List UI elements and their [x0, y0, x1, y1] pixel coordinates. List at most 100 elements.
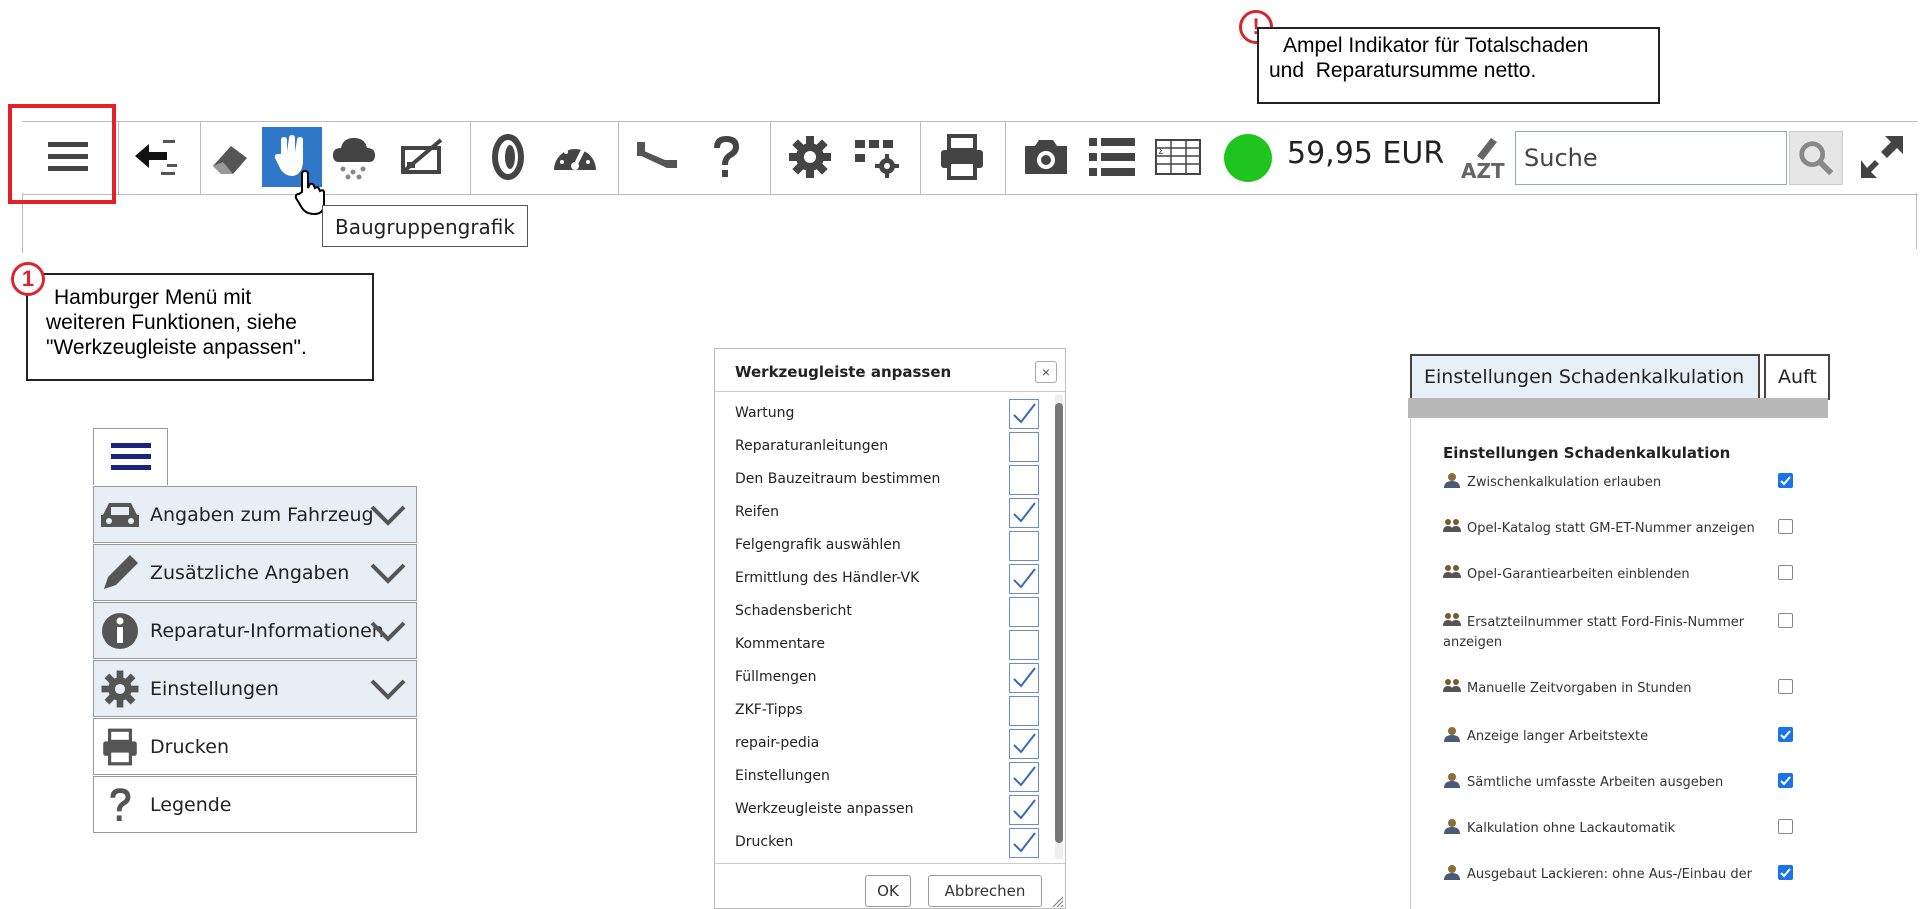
- dialog-option-checkbox[interactable]: [1009, 795, 1039, 825]
- tire-button[interactable]: [478, 127, 538, 187]
- dialog-option-checkbox[interactable]: [1009, 465, 1039, 495]
- settings-button[interactable]: [780, 127, 840, 187]
- dialog-option-checkbox[interactable]: [1009, 762, 1039, 792]
- dialog-option-label: Reifen: [735, 504, 780, 520]
- menu-item-drucken[interactable]: Drucken: [93, 718, 417, 775]
- dialog-option-checkbox[interactable]: [1009, 696, 1039, 726]
- search-input[interactable]: [1516, 132, 1786, 184]
- toolbar-separator: [1005, 121, 1006, 194]
- menu-item-angaben-zum-fahrzeug[interactable]: Angaben zum Fahrzeug: [93, 486, 417, 543]
- dialog-option-row: Füllmengen: [735, 663, 1035, 696]
- dialog-option-checkbox[interactable]: [1009, 432, 1039, 462]
- eraser-button[interactable]: [200, 127, 260, 187]
- gear-icon: [96, 665, 144, 713]
- tab-auftrag[interactable]: Auft: [1764, 354, 1830, 400]
- hail-damage-button[interactable]: [324, 127, 384, 187]
- dialog-option-row: Drucken: [735, 828, 1035, 861]
- back-button[interactable]: [126, 127, 186, 187]
- settings-option-label: Anzeige langer Arbeitstexte: [1467, 729, 1649, 744]
- menu-item-label: Zusätzliche Angaben: [150, 561, 350, 584]
- search-box: [1515, 131, 1787, 185]
- dialog-option-row: ZKF-Tipps: [735, 696, 1035, 729]
- paint-button[interactable]: [628, 127, 688, 187]
- hail-cloud-icon: [333, 138, 375, 180]
- dialog-option-checkbox[interactable]: [1009, 663, 1039, 693]
- search-button[interactable]: [1789, 131, 1843, 185]
- settings-option-checkbox[interactable]: [1778, 473, 1793, 488]
- close-icon[interactable]: ×: [1035, 361, 1057, 383]
- toolbar-separator: [470, 121, 471, 194]
- settings-option-row: Anzeige langer Arbeitstexte: [1443, 726, 1773, 747]
- eraser-icon: [213, 146, 247, 174]
- settings-option-label: Ausgebaut Lackieren: ohne Aus-/Einbau de…: [1467, 867, 1752, 882]
- settings-option-checkbox[interactable]: [1778, 865, 1793, 880]
- hamburger-callout-line3: "Werkzeugleiste anpassen".: [46, 336, 307, 359]
- settings-option-checkbox[interactable]: [1778, 679, 1793, 694]
- settings-option-checkbox[interactable]: [1778, 519, 1793, 534]
- dialog-option-checkbox[interactable]: [1009, 729, 1039, 759]
- dialog-option-checkbox[interactable]: [1009, 828, 1039, 858]
- list-button[interactable]: [1082, 127, 1142, 187]
- settings-option-row: Sämtliche umfasste Arbeiten ausgeben: [1443, 772, 1773, 793]
- print-button[interactable]: [932, 127, 992, 187]
- settings-option-row: Manuelle Zeitvorgaben in Stunden: [1443, 678, 1773, 699]
- hamburger-menu-icon: [110, 443, 151, 470]
- menu-item-zusaetzliche-angaben[interactable]: Zusätzliche Angaben: [93, 544, 417, 601]
- dialog-option-checkbox[interactable]: [1009, 498, 1039, 528]
- customize-toolbar-button[interactable]: [848, 127, 908, 187]
- dialog-option-checkbox[interactable]: [1009, 630, 1039, 660]
- user-icon: [1444, 473, 1460, 488]
- menu-toggle-tab[interactable]: [93, 428, 168, 485]
- dialog-option-row: Reifen: [735, 498, 1035, 531]
- settings-option-checkbox[interactable]: [1778, 727, 1793, 742]
- toolbar-separator: [770, 121, 771, 194]
- dialog-scrollbar[interactable]: [1055, 395, 1063, 859]
- menu-item-einstellungen[interactable]: Einstellungen: [93, 660, 417, 717]
- settings-title: Einstellungen Schadenkalkulation: [1443, 444, 1731, 462]
- scrollbar-thumb[interactable]: [1055, 403, 1063, 843]
- checkmark-icon: [1013, 799, 1036, 820]
- dialog-option-label: Drucken: [735, 834, 794, 850]
- settings-option-label: Zwischenkalkulation erlauben: [1467, 475, 1662, 490]
- settings-option-row: Zwischenkalkulation erlauben: [1443, 472, 1773, 493]
- ampel-callout-line2: und Reparatursumme netto.: [1269, 59, 1537, 82]
- dialog-option-label: Wartung: [735, 405, 795, 421]
- settings-option-checkbox[interactable]: [1778, 565, 1793, 580]
- help-button[interactable]: [696, 127, 756, 187]
- settings-header-bar: [1408, 398, 1828, 418]
- cancel-button[interactable]: Abbrechen: [928, 875, 1042, 907]
- chevron-down-icon: [370, 679, 406, 700]
- tab-einstellungen-schadenkalkulation[interactable]: Einstellungen Schadenkalkulation: [1410, 354, 1760, 400]
- dialog-option-row: Wartung: [735, 399, 1035, 432]
- dialog-option-checkbox[interactable]: [1009, 564, 1039, 594]
- speedometer-button[interactable]: [545, 127, 605, 187]
- dialog-option-checkbox[interactable]: [1009, 399, 1039, 429]
- dialog-option-row: Ermittlung des Händler-VK: [735, 564, 1035, 597]
- checkmark-icon: [1780, 476, 1791, 486]
- menu-item-reparatur-informationen[interactable]: Reparatur-Informationen: [93, 602, 417, 659]
- svg-text:AZT: AZT: [1461, 159, 1505, 182]
- calculation-table-button[interactable]: Σ: [1148, 127, 1208, 187]
- dialog-option-label: Kommentare: [735, 636, 825, 652]
- checkmark-icon: [1013, 766, 1036, 787]
- settings-option-checkbox[interactable]: [1778, 773, 1793, 788]
- dialog-option-row: Werkzeugleiste anpassen: [735, 795, 1035, 828]
- dialog-option-checkbox[interactable]: [1009, 597, 1039, 627]
- resize-handle-icon[interactable]: [1051, 895, 1063, 907]
- tire-icon: [492, 134, 524, 180]
- camera-icon: [1025, 140, 1067, 174]
- settings-option-checkbox[interactable]: [1778, 613, 1793, 628]
- damage-report-button[interactable]: [392, 127, 452, 187]
- printer-icon: [941, 134, 983, 180]
- settings-option-row: Ausgebaut Lackieren: ohne Aus-/Einbau de…: [1443, 864, 1773, 885]
- settings-option-label: Opel-Garantiearbeiten einblenden: [1467, 567, 1690, 582]
- hamburger-highlight-frame: [8, 104, 116, 204]
- azt-button[interactable]: AZT: [1450, 127, 1510, 187]
- menu-item-legende[interactable]: Legende: [93, 776, 417, 833]
- ok-button[interactable]: OK: [865, 875, 911, 907]
- camera-button[interactable]: [1016, 127, 1076, 187]
- settings-option-checkbox[interactable]: [1778, 819, 1793, 834]
- dialog-option-checkbox[interactable]: [1009, 531, 1039, 561]
- sum-table-icon: Σ: [1155, 139, 1201, 175]
- expand-button[interactable]: [1852, 127, 1912, 187]
